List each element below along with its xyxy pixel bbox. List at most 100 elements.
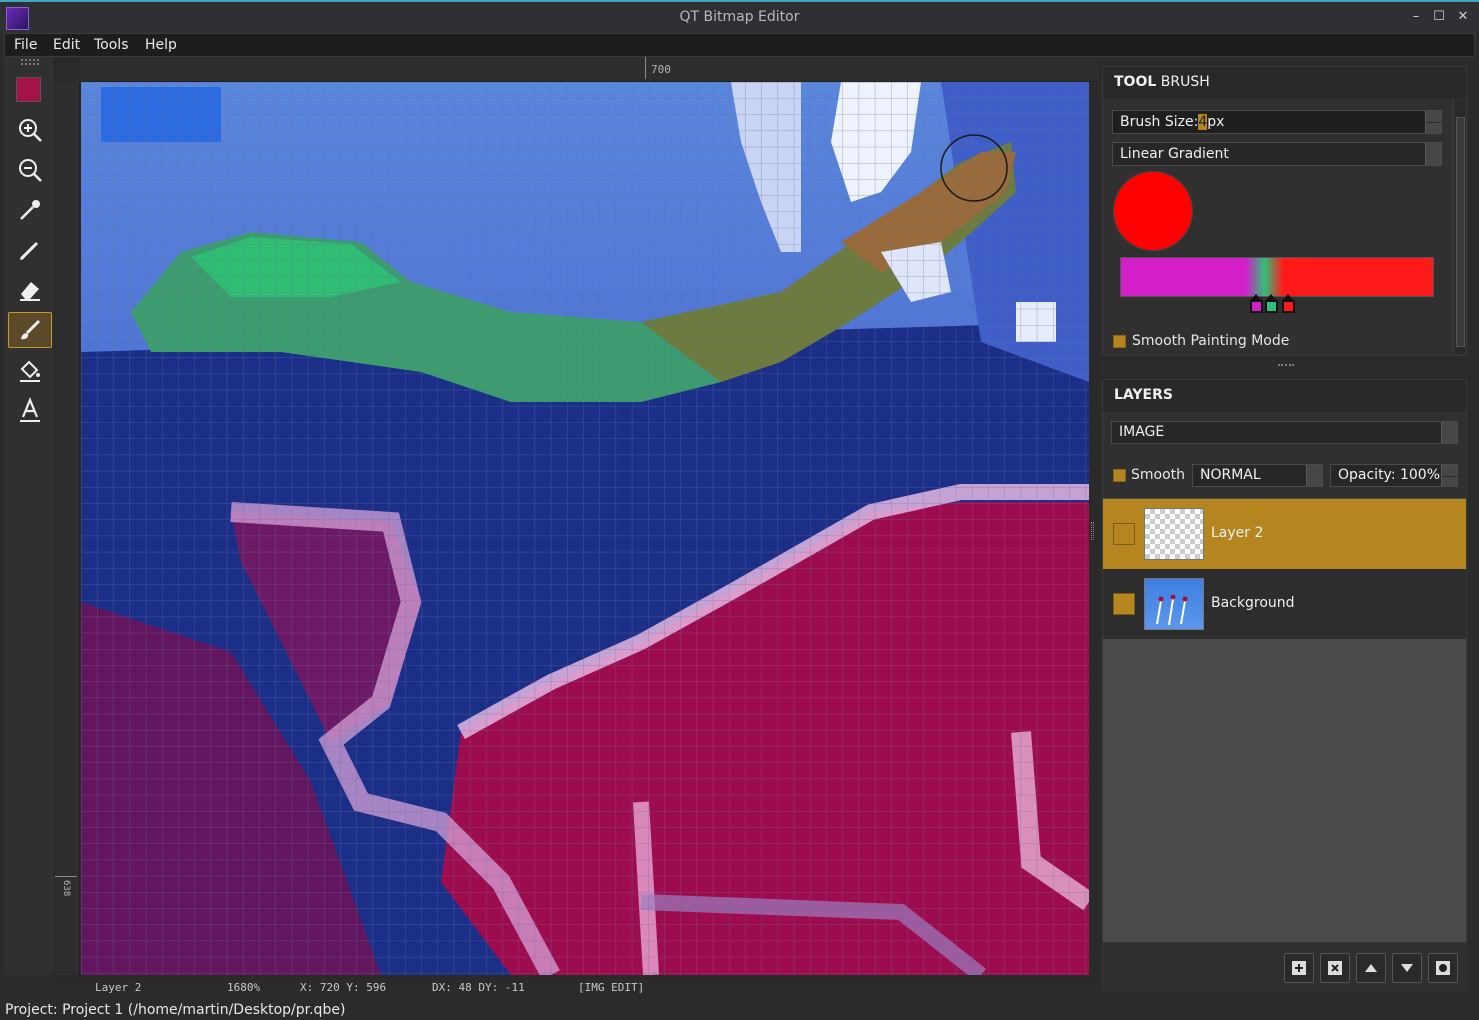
brush-tool[interactable] [8, 312, 52, 348]
delete-icon [1328, 961, 1342, 975]
pencil-icon [20, 241, 39, 260]
zoom-out-tool[interactable] [8, 152, 52, 188]
arrow-down-icon [1401, 964, 1413, 972]
ruler-tick [55, 876, 77, 877]
eyedropper-icon [20, 200, 40, 220]
image-canvas[interactable] [81, 82, 1089, 975]
layer-buttons [1102, 943, 1467, 991]
gradient-stop-2[interactable] [1265, 294, 1278, 314]
layer-smooth-checkbox[interactable] [1113, 469, 1126, 482]
opacity-value: Opacity: 100% [1338, 467, 1441, 483]
status-layer: Layer 2 [95, 981, 142, 994]
canvas-area: 700 638 [55, 57, 1098, 979]
smooth-painting-checkbox[interactable] [1113, 335, 1126, 348]
eyedropper-tool[interactable] [8, 192, 52, 228]
blend-mode-dropdown[interactable]: NORMAL [1192, 464, 1323, 487]
chevron-down-icon[interactable] [1306, 465, 1322, 486]
ruler-left-label: 638 [61, 880, 71, 897]
add-layer-button[interactable] [1284, 953, 1314, 983]
gradient-stop-swatch [1265, 300, 1278, 313]
tool-panel-scrollbar[interactable] [1453, 100, 1466, 354]
pencil-tool[interactable] [8, 232, 52, 268]
move-layer-down-button[interactable] [1392, 953, 1422, 983]
vertical-ruler: 638 [55, 82, 80, 975]
layers-title: LAYERS [1114, 387, 1173, 403]
tool-panel-title-prefix: TOOL [1114, 74, 1157, 90]
move-layer-up-button[interactable] [1356, 953, 1386, 983]
opacity-stepper[interactable] [1441, 465, 1457, 486]
zoom-out-icon [19, 159, 42, 182]
gradient-stop-1[interactable] [1250, 294, 1263, 314]
smooth-painting-label: Smooth Painting Mode [1132, 333, 1290, 349]
brush-size-label: Brush Size: [1120, 114, 1199, 130]
text-tool[interactable] [8, 392, 52, 428]
layer-visibility-checkbox[interactable] [1113, 593, 1135, 615]
zoom-in-icon [19, 119, 42, 142]
chevron-down-icon[interactable] [1425, 143, 1441, 165]
brush-size-spinbox[interactable]: Brush Size:4px [1112, 110, 1442, 134]
splitter-handle[interactable] [1091, 522, 1094, 540]
brush-size-stepper[interactable] [1425, 111, 1441, 133]
minimize-icon[interactable]: – [1408, 9, 1424, 25]
menu-help[interactable]: Help [145, 37, 177, 53]
menu-bar: File Edit Tools Help [4, 33, 1475, 57]
layer-row-layer-2[interactable]: Layer 2 [1103, 499, 1466, 569]
layer-thumbnail [1144, 508, 1204, 560]
eraser-tool[interactable] [8, 272, 52, 308]
layer-name: Layer 2 [1211, 525, 1264, 541]
maximize-icon[interactable]: ☐ [1431, 9, 1447, 25]
brush-mode-dropdown[interactable]: Linear Gradient [1112, 142, 1442, 166]
brush-icon [21, 319, 41, 340]
menu-edit[interactable]: Edit [53, 37, 80, 53]
gradient-bar[interactable] [1120, 257, 1434, 297]
layers-panel-header: LAYERS [1103, 380, 1466, 412]
layer-smooth-label: Smooth [1131, 467, 1186, 483]
menu-file[interactable]: File [14, 37, 37, 53]
status-zoom: 1680% [227, 981, 261, 994]
layers-controls: IMAGE Smooth NORMAL Opacity: 100% [1103, 412, 1466, 498]
close-icon[interactable]: ✕ [1455, 9, 1471, 25]
ruler-top-label: 700 [651, 63, 671, 76]
toolbar-grip[interactable] [21, 59, 39, 65]
gradient-stop-swatch [1282, 300, 1295, 313]
gradient-stop-swatch [1250, 300, 1263, 313]
current-color-swatch[interactable] [16, 77, 41, 102]
add-icon [1292, 961, 1306, 975]
status-delta: DX: 48 DY: -11 [432, 981, 525, 994]
layers-panel: LAYERS IMAGE Smooth NORMAL Opacity: 100%… [1102, 379, 1467, 943]
layer-mask-button[interactable] [1428, 953, 1458, 983]
brush-mode-value: Linear Gradient [1120, 146, 1229, 162]
tool-panel-title-name: BRUSH [1160, 74, 1210, 90]
fill-bucket-icon [20, 360, 40, 382]
mask-icon [1436, 961, 1450, 975]
layer-type-value: IMAGE [1119, 424, 1165, 440]
layer-thumbnail [1144, 578, 1204, 630]
fill-tool[interactable] [8, 352, 52, 388]
pixel-grid [81, 82, 1089, 975]
zoom-in-tool[interactable] [8, 112, 52, 148]
blend-mode-value: NORMAL [1200, 467, 1261, 483]
airplanes-thumbnail-image [1156, 594, 1188, 626]
chevron-down-icon[interactable] [1441, 422, 1457, 443]
app-window: QT Bitmap Editor – ☐ ✕ File Edit Tools H… [0, 0, 1479, 1020]
delete-layer-button[interactable] [1320, 953, 1350, 983]
menu-tools[interactable]: Tools [94, 37, 129, 53]
layer-row-background[interactable]: Background [1103, 569, 1466, 639]
scrollbar-thumb[interactable] [1456, 117, 1465, 347]
status-mode: [IMG EDIT] [578, 981, 645, 994]
status-coords: X: 720 Y: 596 [300, 981, 387, 994]
panel-splitter-grip[interactable] [1278, 364, 1294, 368]
brush-size-value[interactable]: 4 [1198, 114, 1208, 130]
tool-panel-header: TOOL BRUSH [1103, 67, 1466, 99]
gradient-stop-3[interactable] [1282, 294, 1295, 314]
eraser-icon [20, 282, 40, 301]
layer-visibility-checkbox[interactable] [1113, 523, 1135, 545]
opacity-spinbox[interactable]: Opacity: 100% [1330, 464, 1458, 487]
title-bar: QT Bitmap Editor – ☐ ✕ [0, 0, 1479, 33]
layer-type-dropdown[interactable]: IMAGE [1111, 421, 1458, 444]
window-title: QT Bitmap Editor [679, 9, 800, 25]
tool-bar [4, 57, 55, 975]
project-status: Project: Project 1 (/home/martin/Desktop… [0, 1000, 1479, 1020]
brush-size-unit: px [1207, 114, 1225, 130]
brush-color-preview[interactable] [1113, 171, 1193, 251]
